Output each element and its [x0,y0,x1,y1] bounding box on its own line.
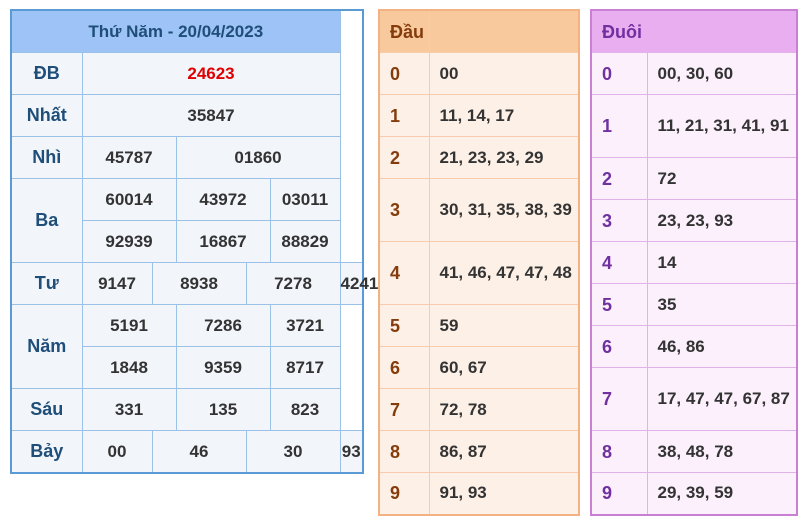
third-prize-number: 43972 [175,178,271,221]
sixth-prize-number: 331 [81,388,177,431]
prize-label-nam: Năm [10,304,83,389]
tail-digit: 1 [590,94,648,158]
third-prize-number: 16867 [175,220,271,263]
tail-digit: 4 [590,241,648,284]
tail-digit-values: 72 [646,157,798,200]
head-digit-values: 60, 67 [428,346,580,389]
head-digit: 8 [378,430,430,473]
draw-date-title: Thứ Năm - 20/04/2023 [10,9,341,53]
head-digit-values: 41, 46, 47, 47, 48 [428,241,580,305]
seventh-prize-number: 00 [81,430,153,474]
prize-label-nhat: Nhất [10,94,83,137]
head-digit: 4 [378,241,430,305]
second-prize-number: 45787 [81,136,177,179]
head-digit: 2 [378,136,430,179]
prize-label-ba: Ba [10,178,83,263]
fifth-prize-number: 8717 [269,346,341,389]
head-digit: 3 [378,178,430,242]
prize-label-nhi: Nhì [10,136,83,179]
head-digit-values: 91, 93 [428,472,580,515]
head-digit-header: Đầu [378,9,430,53]
tail-digit: 3 [590,199,648,242]
head-digit: 7 [378,388,430,431]
fifth-prize-number: 7286 [175,304,271,347]
results-table: Thứ Năm - 20/04/2023 ĐB 24623 Nhất 35847… [10,9,378,474]
special-prize-number: 24623 [81,52,341,95]
tail-digit-values: 46, 86 [646,325,798,368]
head-digit-values: 59 [428,304,580,347]
head-digit: 0 [378,52,430,95]
fifth-prize-number: 5191 [81,304,177,347]
head-digit-values: 30, 31, 35, 38, 39 [428,178,580,242]
first-prize-number: 35847 [81,94,341,137]
tail-digit-values: 38, 48, 78 [646,430,798,473]
tail-digit: 8 [590,430,648,473]
fifth-prize-number: 1848 [81,346,177,389]
prize-label-bay: Bảy [10,430,83,474]
seventh-prize-number: 93 [339,430,364,474]
fourth-prize-number: 9147 [81,262,153,305]
head-digit: 5 [378,304,430,347]
prize-label-tu: Tư [10,262,83,305]
head-digit: 6 [378,346,430,389]
fourth-prize-number: 8938 [151,262,247,305]
tail-digit-values: 14 [646,241,798,284]
tail-digit: 5 [590,283,648,326]
head-digit-values: 72, 78 [428,388,580,431]
head-digit-values: 21, 23, 23, 29 [428,136,580,179]
second-prize-number: 01860 [175,136,341,179]
tail-digit-table: Đuôi 0 00, 30, 60 1 11, 21, 31, 41, 91 2 72… [590,9,798,516]
seventh-prize-number: 46 [151,430,247,474]
fourth-prize-number: 4241 [339,262,378,305]
tail-digit: 9 [590,472,648,515]
seventh-prize-number: 30 [245,430,341,474]
head-digit-values: 00 [428,52,580,95]
prize-label-db: ĐB [10,52,83,95]
head-digit: 1 [378,94,430,137]
tail-digit-header-blank [646,9,798,53]
tail-digit: 7 [590,367,648,431]
fifth-prize-number: 9359 [175,346,271,389]
sixth-prize-number: 823 [269,388,341,431]
third-prize-number: 03011 [269,178,341,221]
tail-digit: 6 [590,325,648,368]
head-digit: 9 [378,472,430,515]
tail-digit-values: 00, 30, 60 [646,52,798,95]
tail-digit-values: 29, 39, 59 [646,472,798,515]
head-digit-values: 11, 14, 17 [428,94,580,137]
third-prize-number: 88829 [269,220,341,263]
head-digit-table: Đầu 0 00 1 11, 14, 17 2 21, 23, 23, 29 3 30,… [378,9,580,516]
tail-digit-values: 35 [646,283,798,326]
tail-digit-values: 17, 47, 47, 67, 87 [646,367,798,431]
prize-label-sau: Sáu [10,388,83,431]
tail-digit-values: 11, 21, 31, 41, 91 [646,94,798,158]
head-digit-header-blank [428,9,580,53]
tail-digit-values: 23, 23, 93 [646,199,798,242]
third-prize-number: 60014 [81,178,177,221]
head-digit-values: 86, 87 [428,430,580,473]
fourth-prize-number: 7278 [245,262,341,305]
tail-digit: 0 [590,52,648,95]
sixth-prize-number: 135 [175,388,271,431]
tail-digit: 2 [590,157,648,200]
tail-digit-header: Đuôi [590,9,648,53]
third-prize-number: 92939 [81,220,177,263]
fifth-prize-number: 3721 [269,304,341,347]
